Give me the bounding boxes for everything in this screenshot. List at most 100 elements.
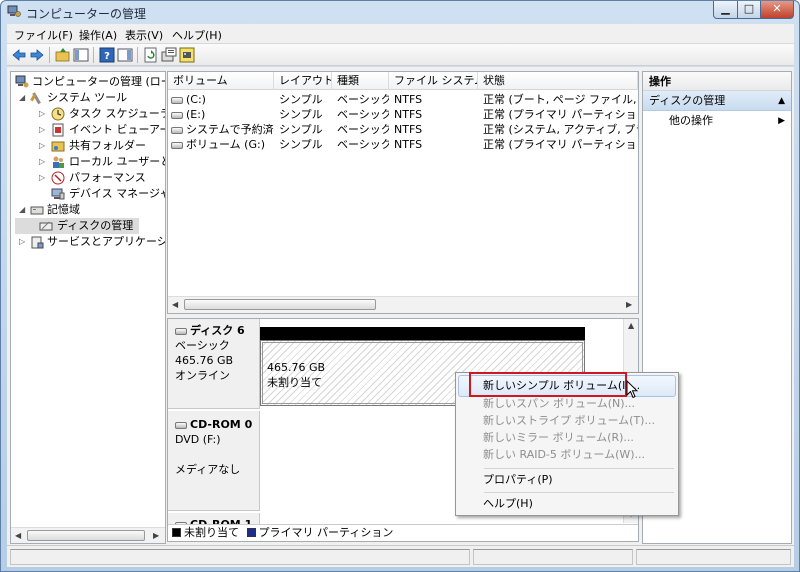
collapsed-triangle-icon[interactable]: ▷ bbox=[39, 154, 47, 170]
menu-action[interactable]: 操作(A) bbox=[79, 27, 117, 43]
up-folder-icon[interactable] bbox=[55, 47, 71, 63]
column-header-layout[interactable]: レイアウト bbox=[274, 72, 332, 90]
tree-label: サービスとアプリケーショ bbox=[47, 235, 166, 248]
actions-section-label: ディスクの管理 bbox=[649, 94, 726, 107]
disk-icon bbox=[175, 328, 187, 335]
title-bar[interactable]: コンピューターの管理 ▁ □ ✕ bbox=[1, 1, 799, 23]
menu-help[interactable]: ヘルプ(H) bbox=[172, 27, 222, 43]
forward-arrow-icon[interactable] bbox=[29, 47, 45, 63]
tree-label: システム ツール bbox=[47, 91, 128, 104]
table-row[interactable]: (C:) シンプル ベーシック NTFS 正常 (ブート, ページ ファイル, … bbox=[168, 92, 638, 107]
tree-horizontal-scrollbar[interactable]: ◀ ▶ bbox=[11, 527, 165, 543]
unallocated-bar bbox=[260, 327, 585, 340]
status-segment bbox=[473, 549, 633, 565]
menu-file[interactable]: ファイル(F) bbox=[14, 27, 73, 43]
menu-item-properties[interactable]: プロパティ(P) bbox=[458, 469, 676, 491]
services-icon bbox=[31, 236, 44, 249]
volume-horizontal-scrollbar[interactable]: ◀ ▶ bbox=[168, 296, 638, 313]
column-header-filesystem[interactable]: ファイル システム bbox=[389, 72, 478, 90]
column-header-volume[interactable]: ボリューム bbox=[168, 72, 274, 90]
table-row[interactable]: ボリューム (G:) シンプル ベーシック NTFS 正常 (プライマリ パーテ… bbox=[168, 137, 638, 152]
collapsed-triangle-icon[interactable]: ▷ bbox=[39, 122, 47, 138]
drive-icon bbox=[171, 97, 183, 104]
app-window: コンピューターの管理 ▁ □ ✕ ファイル(F) 操作(A) 表示(V) ヘルプ… bbox=[0, 0, 800, 572]
event-viewer-icon bbox=[52, 123, 64, 137]
collapsed-triangle-icon[interactable]: ▷ bbox=[39, 106, 47, 122]
volume-type: ベーシック bbox=[337, 123, 389, 136]
collapse-arrow-icon[interactable]: ▲ bbox=[778, 91, 785, 111]
help-icon[interactable]: ? bbox=[99, 47, 115, 63]
legend-label-primary: プライマリ パーティション bbox=[258, 526, 394, 539]
maximize-button[interactable]: □ bbox=[737, 1, 761, 19]
disk-type: ベーシック bbox=[175, 339, 230, 352]
show-hide-tree-icon[interactable] bbox=[73, 47, 89, 63]
cdrom-media: メディアなし bbox=[175, 463, 241, 476]
tree-label: パフォーマンス bbox=[69, 171, 146, 184]
expanded-triangle-icon[interactable]: ◢ bbox=[19, 90, 27, 106]
scroll-up-icon[interactable]: ▲ bbox=[628, 321, 634, 330]
minimize-button[interactable]: ▁ bbox=[713, 1, 738, 19]
disk-management-icon bbox=[39, 221, 53, 231]
tree-label: タスク スケジューラ bbox=[69, 107, 166, 120]
disk-settings-icon[interactable] bbox=[179, 47, 195, 63]
collapsed-triangle-icon[interactable]: ▷ bbox=[39, 138, 47, 154]
volume-layout: シンプル bbox=[279, 138, 323, 151]
refresh-icon[interactable] bbox=[143, 47, 159, 63]
volume-status: 正常 (ブート, ページ ファイル, ク bbox=[483, 93, 638, 106]
back-arrow-icon[interactable] bbox=[11, 47, 27, 63]
scroll-right-icon[interactable]: ▶ bbox=[626, 300, 632, 309]
scroll-right-icon[interactable]: ▶ bbox=[153, 531, 159, 540]
volume-status: 正常 (システム, アクティブ, プライ bbox=[483, 123, 638, 136]
show-hide-action-pane-icon[interactable] bbox=[117, 47, 133, 63]
menu-item-new-raid5-volume[interactable]: 新しい RAID-5 ボリューム(W)... bbox=[458, 444, 676, 466]
column-header-type[interactable]: 種類 bbox=[332, 72, 389, 90]
volume-name: ボリューム (G:) bbox=[186, 138, 265, 151]
actions-header: 操作 bbox=[643, 72, 791, 91]
cdrom0-info[interactable]: CD-ROM 0 DVD (F:) メディアなし bbox=[168, 411, 260, 511]
collapsed-triangle-icon[interactable]: ▷ bbox=[19, 234, 27, 250]
disk-status: オンライン bbox=[175, 369, 230, 382]
volume-layout: シンプル bbox=[279, 123, 323, 136]
collapsed-triangle-icon[interactable]: ▷ bbox=[39, 170, 47, 186]
menu-item-help[interactable]: ヘルプ(H) bbox=[458, 493, 676, 515]
cdrom-drive: DVD (F:) bbox=[175, 433, 221, 446]
actions-other-label: 他の操作 bbox=[669, 114, 713, 127]
legend-swatch-unallocated bbox=[172, 528, 181, 537]
legend-label-unallocated: 未割り当て bbox=[184, 526, 239, 539]
volume-name: システムで予約済み bbox=[186, 123, 274, 136]
volume-layout: シンプル bbox=[279, 108, 323, 121]
system-tools-icon bbox=[30, 92, 41, 105]
expanded-triangle-icon[interactable]: ◢ bbox=[19, 202, 27, 218]
tree-label: 共有フォルダー bbox=[69, 139, 146, 152]
scrollbar-thumb[interactable] bbox=[184, 299, 376, 310]
storage-icon bbox=[30, 206, 44, 215]
disk-name: ディスク 6 bbox=[190, 324, 245, 337]
actions-other-operations[interactable]: 他の操作 ▶ bbox=[643, 111, 791, 131]
actions-section-disk-management[interactable]: ディスクの管理 ▲ bbox=[643, 91, 791, 111]
menu-view[interactable]: 表示(V) bbox=[125, 27, 163, 43]
performance-icon bbox=[51, 171, 65, 185]
column-header-status[interactable]: 状態 bbox=[478, 72, 638, 90]
scrollbar-thumb[interactable] bbox=[27, 530, 145, 541]
volume-filesystem: NTFS bbox=[394, 93, 423, 106]
users-icon bbox=[53, 156, 64, 168]
disk6-info[interactable]: ディスク 6 ベーシック 465.76 GB オンライン bbox=[168, 319, 260, 409]
volume-list: ボリューム レイアウト 種類 ファイル システム 状態 (C:) シンプル ベー… bbox=[167, 71, 639, 314]
table-row[interactable]: (E:) シンプル ベーシック NTFS 正常 (プライマリ パーティション) bbox=[168, 107, 638, 122]
tree-item-disk-management[interactable]: ディスクの管理 bbox=[15, 218, 139, 234]
tree-label: ローカル ユーザーとグ bbox=[69, 155, 165, 168]
properties-icon[interactable] bbox=[161, 47, 177, 63]
volume-name: (E:) bbox=[186, 108, 206, 121]
scroll-left-icon[interactable]: ◀ bbox=[15, 531, 21, 540]
legend-swatch-primary bbox=[246, 528, 256, 537]
volume-type: ベーシック bbox=[337, 93, 389, 106]
table-row[interactable]: システムで予約済み シンプル ベーシック NTFS 正常 (システム, アクティ… bbox=[168, 122, 638, 137]
scroll-left-icon[interactable]: ◀ bbox=[172, 300, 178, 309]
tree-label: デバイス マネージャー bbox=[69, 187, 165, 200]
close-button[interactable]: ✕ bbox=[760, 1, 794, 19]
task-scheduler-icon bbox=[51, 107, 65, 121]
legend: 未割り当て プライマリ パーティション bbox=[168, 524, 638, 541]
volume-layout: シンプル bbox=[279, 93, 323, 106]
highlight-annotation-box bbox=[469, 372, 627, 397]
drive-icon bbox=[171, 142, 183, 149]
